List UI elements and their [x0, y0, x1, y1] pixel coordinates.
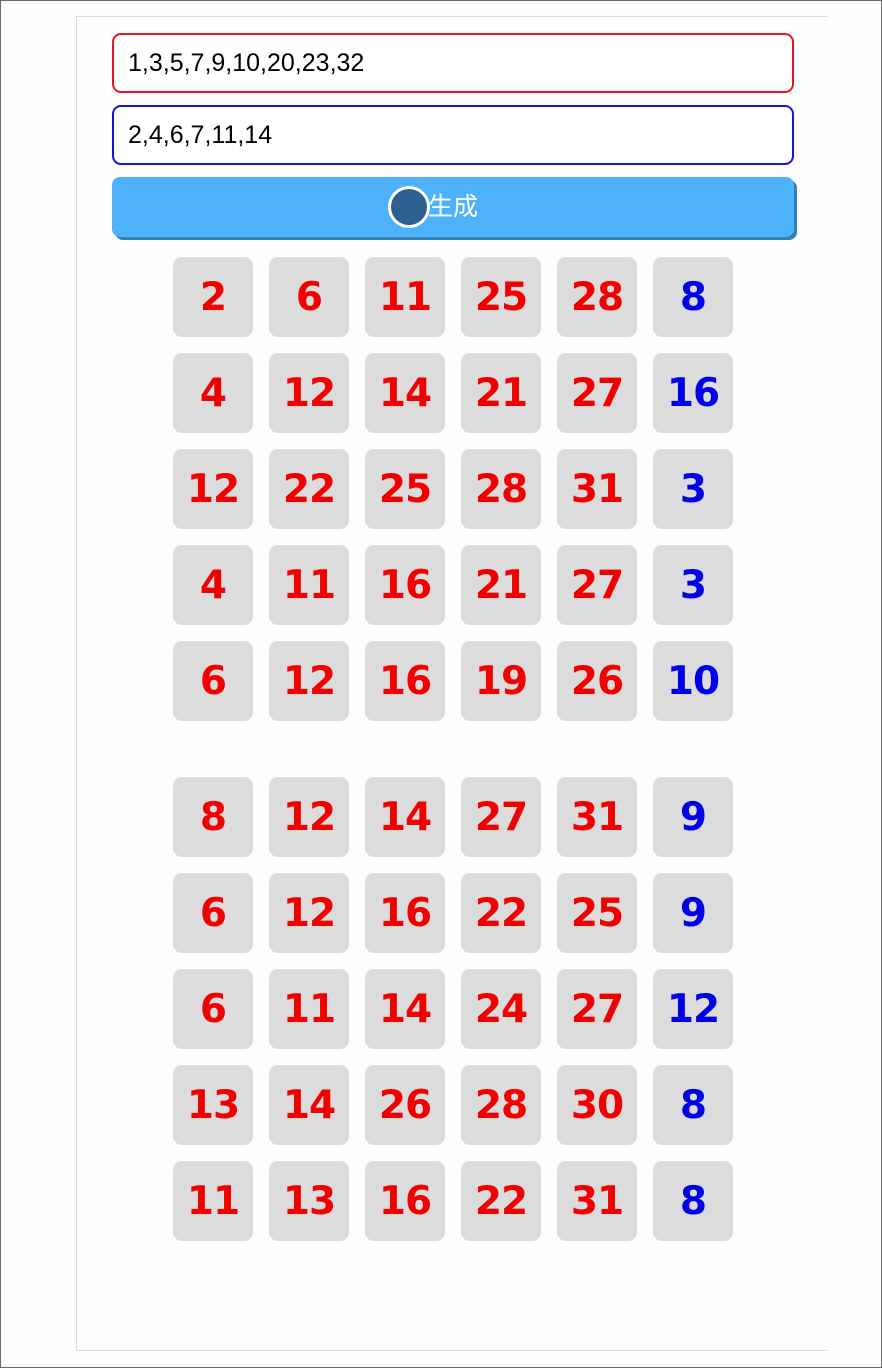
red-ball: 12 — [173, 449, 253, 529]
red-ball: 14 — [269, 1065, 349, 1145]
red-ball: 8 — [173, 777, 253, 857]
ticket-row: 6 12 16 22 25 9 — [173, 873, 743, 953]
ticket-row: 13 14 26 28 30 8 — [173, 1065, 743, 1145]
red-ball: 28 — [557, 257, 637, 337]
result-group-1: 2 6 11 25 28 8 4 12 14 21 27 16 12 22 25… — [173, 257, 743, 737]
red-ball: 13 — [269, 1161, 349, 1241]
red-ball: 25 — [365, 449, 445, 529]
red-ball: 11 — [269, 545, 349, 625]
blue-ball: 3 — [653, 545, 733, 625]
ticket-row: 4 12 14 21 27 16 — [173, 353, 743, 433]
blue-ball: 8 — [653, 1161, 733, 1241]
generate-button-label: 生成 — [428, 192, 479, 221]
red-ball: 25 — [557, 873, 637, 953]
red-ball: 14 — [365, 969, 445, 1049]
result-group-2: 8 12 14 27 31 9 6 12 16 22 25 9 6 11 14 … — [173, 777, 743, 1257]
red-ball: 21 — [461, 353, 541, 433]
red-ball: 31 — [557, 1161, 637, 1241]
red-ball: 27 — [557, 969, 637, 1049]
red-ball: 30 — [557, 1065, 637, 1145]
red-ball: 26 — [365, 1065, 445, 1145]
red-ball: 27 — [557, 545, 637, 625]
red-ball: 12 — [269, 873, 349, 953]
red-ball: 25 — [461, 257, 541, 337]
ticket-row: 6 11 14 24 27 12 — [173, 969, 743, 1049]
red-ball: 2 — [173, 257, 253, 337]
red-ball: 16 — [365, 873, 445, 953]
red-numbers-input[interactable] — [112, 33, 794, 93]
red-ball: 26 — [557, 641, 637, 721]
ticket-row: 6 12 16 19 26 10 — [173, 641, 743, 721]
red-ball: 12 — [269, 353, 349, 433]
red-ball: 12 — [269, 777, 349, 857]
red-ball: 6 — [269, 257, 349, 337]
red-ball: 28 — [461, 449, 541, 529]
red-ball: 31 — [557, 449, 637, 529]
red-ball: 22 — [461, 873, 541, 953]
ticket-row: 11 13 16 22 31 8 — [173, 1161, 743, 1241]
blue-numbers-input[interactable] — [112, 105, 794, 165]
red-ball: 22 — [269, 449, 349, 529]
red-ball: 6 — [173, 873, 253, 953]
blue-ball: 8 — [653, 257, 733, 337]
red-ball: 27 — [461, 777, 541, 857]
blue-ball: 16 — [653, 353, 733, 433]
blue-ball: 9 — [653, 777, 733, 857]
ticket-row: 2 6 11 25 28 8 — [173, 257, 743, 337]
red-ball: 28 — [461, 1065, 541, 1145]
red-ball: 16 — [365, 545, 445, 625]
red-ball: 14 — [365, 777, 445, 857]
generate-button[interactable]: 生成 — [112, 177, 794, 237]
red-ball: 11 — [365, 257, 445, 337]
red-ball: 11 — [173, 1161, 253, 1241]
blue-ball: 12 — [653, 969, 733, 1049]
ticket-row: 12 22 25 28 31 3 — [173, 449, 743, 529]
red-ball: 6 — [173, 969, 253, 1049]
red-ball: 6 — [173, 641, 253, 721]
red-ball: 19 — [461, 641, 541, 721]
blue-ball: 8 — [653, 1065, 733, 1145]
red-ball: 21 — [461, 545, 541, 625]
red-ball: 11 — [269, 969, 349, 1049]
red-ball: 12 — [269, 641, 349, 721]
loading-spinner-icon — [388, 186, 430, 228]
red-ball: 22 — [461, 1161, 541, 1241]
blue-ball: 10 — [653, 641, 733, 721]
red-ball: 14 — [365, 353, 445, 433]
ticket-row: 4 11 16 21 27 3 — [173, 545, 743, 625]
blue-ball: 3 — [653, 449, 733, 529]
red-ball: 13 — [173, 1065, 253, 1145]
ticket-row: 8 12 14 27 31 9 — [173, 777, 743, 857]
red-ball: 16 — [365, 641, 445, 721]
blue-ball: 9 — [653, 873, 733, 953]
red-ball: 4 — [173, 545, 253, 625]
red-ball: 31 — [557, 777, 637, 857]
red-ball: 27 — [557, 353, 637, 433]
red-ball: 24 — [461, 969, 541, 1049]
red-ball: 4 — [173, 353, 253, 433]
red-ball: 16 — [365, 1161, 445, 1241]
